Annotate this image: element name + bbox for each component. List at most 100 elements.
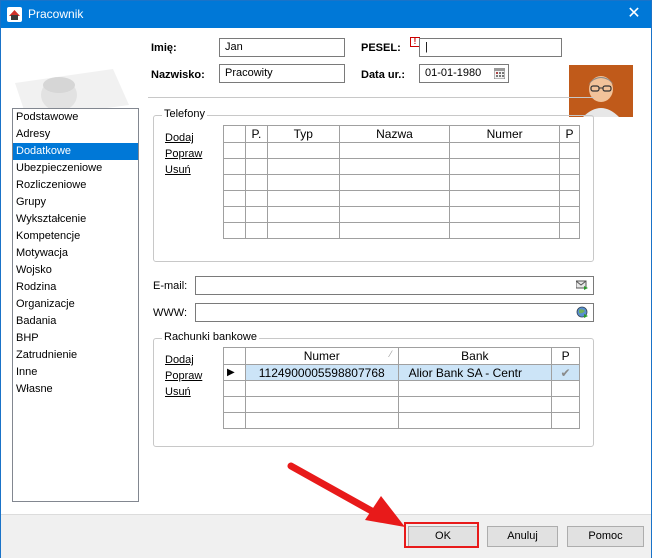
first-name-input[interactable]: Jan — [219, 38, 345, 57]
table-cell[interactable] — [244, 412, 399, 429]
table-row[interactable] — [223, 222, 581, 239]
table-cell[interactable] — [551, 412, 580, 429]
table-cell[interactable] — [449, 142, 560, 159]
column-header[interactable]: P — [558, 125, 581, 143]
bank-add-link[interactable]: Dodaj — [165, 354, 194, 366]
table-cell[interactable] — [244, 174, 268, 191]
help-button[interactable]: Pomoc — [567, 526, 644, 547]
table-cell[interactable] — [338, 174, 451, 191]
table-row[interactable]: ▶ 1124900005598807768 Alior Bank SA - Ce… — [223, 364, 580, 381]
phones-edit-link[interactable]: Popraw — [165, 148, 202, 160]
sidebar-item[interactable]: Inne — [13, 364, 138, 381]
table-row[interactable] — [223, 158, 581, 175]
table-cell[interactable] — [244, 142, 268, 159]
table-cell[interactable] — [244, 380, 399, 397]
column-header[interactable]: Numer ⁄ — [244, 347, 399, 365]
calendar-icon[interactable] — [494, 68, 505, 79]
table-cell[interactable] — [223, 206, 246, 223]
table-cell[interactable] — [266, 190, 340, 207]
table-cell[interactable] — [266, 174, 340, 191]
table-cell[interactable] — [558, 142, 581, 159]
sidebar-item[interactable]: Zatrudnienie — [13, 347, 138, 364]
phones-add-link[interactable]: Dodaj — [165, 132, 194, 144]
table-cell[interactable] — [558, 174, 581, 191]
column-header[interactable]: P — [551, 347, 580, 365]
table-row[interactable] — [223, 190, 581, 207]
bank-delete-link[interactable]: Usuń — [165, 386, 191, 398]
table-cell[interactable] — [338, 206, 451, 223]
table-cell[interactable] — [244, 190, 268, 207]
phones-delete-link[interactable]: Usuń — [165, 164, 191, 176]
table-cell[interactable] — [449, 158, 560, 175]
table-cell[interactable] — [338, 158, 451, 175]
table-cell[interactable] — [244, 206, 268, 223]
table-row[interactable] — [223, 142, 581, 159]
sidebar-item[interactable]: Motywacja — [13, 245, 138, 262]
cancel-button[interactable]: Anuluj — [487, 526, 558, 547]
open-website-icon[interactable] — [576, 306, 589, 319]
sidebar-item[interactable]: Ubezpieczeniowe — [13, 160, 138, 177]
sidebar-item[interactable]: Dodatkowe — [13, 143, 138, 160]
table-cell[interactable] — [223, 380, 246, 397]
table-cell[interactable] — [338, 142, 451, 159]
email-input[interactable] — [195, 276, 594, 295]
table-row[interactable] — [223, 380, 580, 397]
table-cell[interactable] — [223, 412, 246, 429]
pesel-input[interactable]: | — [419, 38, 562, 57]
table-cell[interactable] — [244, 222, 268, 239]
last-name-input[interactable]: Pracowity — [219, 64, 345, 83]
table-row[interactable] — [223, 174, 581, 191]
bank-edit-link[interactable]: Popraw — [165, 370, 202, 382]
sidebar-item[interactable]: Kompetencje — [13, 228, 138, 245]
table-cell[interactable] — [244, 396, 399, 413]
table-cell[interactable] — [397, 380, 553, 397]
table-cell[interactable] — [223, 396, 246, 413]
sidebar-item[interactable]: Wykształcenie — [13, 211, 138, 228]
table-cell[interactable] — [558, 222, 581, 239]
table-cell[interactable] — [449, 222, 560, 239]
table-cell[interactable] — [449, 190, 560, 207]
www-input[interactable] — [195, 303, 594, 322]
account-number-cell[interactable]: 1124900005598807768 — [244, 364, 399, 381]
sidebar-item[interactable]: Adresy — [13, 126, 138, 143]
table-cell[interactable] — [397, 396, 553, 413]
table-cell[interactable] — [558, 206, 581, 223]
table-row[interactable] — [223, 412, 580, 429]
table-cell[interactable] — [266, 158, 340, 175]
sidebar-item[interactable]: Własne — [13, 381, 138, 398]
table-row[interactable] — [223, 396, 580, 413]
table-cell[interactable] — [558, 158, 581, 175]
table-row[interactable] — [223, 206, 581, 223]
table-cell[interactable] — [223, 158, 246, 175]
table-cell[interactable] — [449, 174, 560, 191]
table-cell[interactable] — [266, 222, 340, 239]
table-cell[interactable] — [551, 396, 580, 413]
column-header[interactable]: Nazwa — [338, 125, 451, 143]
table-cell[interactable] — [338, 190, 451, 207]
sidebar-item[interactable]: Rozliczeniowe — [13, 177, 138, 194]
table-cell[interactable] — [397, 412, 553, 429]
column-header[interactable]: Typ — [266, 125, 340, 143]
table-cell[interactable] — [223, 174, 246, 191]
sidebar-item[interactable]: Grupy — [13, 194, 138, 211]
sidebar-item[interactable]: Podstawowe — [13, 109, 138, 126]
primary-check-icon[interactable]: ✔ — [551, 364, 580, 381]
column-header[interactable]: Bank — [397, 347, 553, 365]
close-icon[interactable]: ✕ — [617, 1, 651, 28]
table-cell[interactable] — [266, 142, 340, 159]
sidebar-item[interactable]: BHP — [13, 330, 138, 347]
table-cell[interactable] — [338, 222, 451, 239]
table-cell[interactable] — [223, 142, 246, 159]
column-header[interactable]: Numer — [449, 125, 560, 143]
table-cell[interactable] — [558, 190, 581, 207]
sidebar-item[interactable]: Wojsko — [13, 262, 138, 279]
table-cell[interactable] — [551, 380, 580, 397]
send-email-icon[interactable] — [576, 279, 589, 291]
sidebar-item[interactable]: Organizacje — [13, 296, 138, 313]
sidebar-item[interactable]: Badania — [13, 313, 138, 330]
table-cell[interactable] — [223, 190, 246, 207]
bank-name-cell[interactable]: Alior Bank SA - Centr — [397, 364, 553, 381]
table-cell[interactable] — [266, 206, 340, 223]
sidebar-item[interactable]: Rodzina — [13, 279, 138, 296]
table-cell[interactable] — [449, 206, 560, 223]
